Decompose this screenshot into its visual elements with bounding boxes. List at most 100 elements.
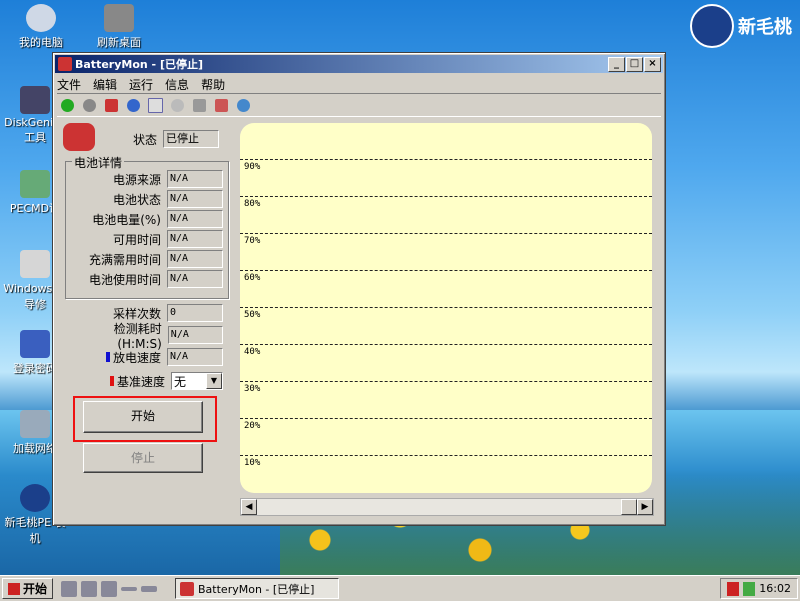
desktop-icon-label: 刷新桌面	[97, 36, 141, 49]
brand-logo: 新毛桃	[690, 4, 792, 48]
drive-icon[interactable]	[141, 585, 158, 592]
toolbar	[57, 93, 661, 117]
detail-row: 电源来源 N/A	[67, 169, 223, 189]
discharge-color-swatch	[105, 352, 110, 362]
battery-status-icon	[63, 123, 95, 151]
chart-ytick-label: 60%	[244, 273, 261, 283]
detail-row: 充满需用时间 N/A	[67, 249, 223, 269]
chart-horizontal-scrollbar[interactable]: ◀ ▶	[240, 498, 654, 516]
desktop-icon-my-computer[interactable]: 我的电脑	[6, 4, 76, 50]
detail-label: 电源来源	[112, 172, 161, 187]
detail-label: 电池状态	[112, 192, 161, 207]
menu-edit[interactable]: 编辑	[93, 76, 117, 93]
checklist-icon[interactable]	[145, 95, 165, 115]
detail-value: N/A	[167, 170, 223, 188]
disk-icon	[20, 86, 50, 114]
baseline-selected-value: 无	[174, 374, 187, 389]
chart-ytick-label: 30%	[244, 384, 261, 394]
windows-logo-icon	[8, 582, 20, 595]
maximize-button[interactable]: □	[626, 56, 643, 72]
desktop-icon-label: 加载网络	[13, 442, 57, 455]
chart-gridline	[240, 381, 652, 382]
menu-help[interactable]: 帮助	[201, 76, 225, 93]
menu-info[interactable]: 信息	[165, 76, 189, 93]
chart-gridline	[240, 307, 652, 308]
dash-icon[interactable]	[121, 586, 138, 591]
network-icon	[20, 330, 50, 358]
elapsed-value: N/A	[167, 326, 223, 344]
detail-row: 电池电量(%) N/A	[67, 209, 223, 229]
chart-gridline	[240, 233, 652, 234]
detail-value: N/A	[167, 250, 223, 268]
detail-row: 可用时间 N/A	[67, 229, 223, 249]
scroll-left-icon[interactable]: ◀	[241, 499, 257, 515]
detail-value: N/A	[167, 190, 223, 208]
baseline-color-swatch	[109, 376, 114, 386]
menu-run[interactable]: 运行	[129, 76, 153, 93]
tools-icon[interactable]	[189, 95, 209, 115]
start-button-taskbar[interactable]: 开始	[2, 578, 54, 599]
close-button[interactable]: ×	[644, 56, 661, 72]
baseline-label: 基准速度	[116, 374, 165, 389]
gauge-icon[interactable]	[167, 95, 187, 115]
peach-logo-icon	[20, 484, 50, 512]
network-tray-icon[interactable]	[743, 581, 756, 596]
scroll-thumb[interactable]	[621, 499, 637, 515]
chevron-down-icon[interactable]: ▼	[206, 373, 222, 389]
document-icon	[20, 170, 50, 198]
magnifier-icon	[26, 4, 56, 32]
desktop-icon-refresh[interactable]: 刷新桌面	[84, 4, 154, 50]
title-bar[interactable]: BatteryMon - [已停止] _ □ ×	[55, 55, 663, 73]
explorer-icon[interactable]	[61, 580, 78, 597]
elapsed-row: 检测耗时 (H:M:S) N/A	[67, 322, 223, 351]
chart-gridline	[240, 196, 652, 197]
drive-icon	[104, 4, 134, 32]
computer-icon[interactable]	[81, 580, 98, 597]
chart-gridline	[240, 159, 652, 160]
battery-app-icon	[180, 581, 195, 596]
brand-text: 新毛桃	[738, 17, 792, 38]
desktop-icon-label: 我的电脑	[19, 36, 63, 49]
chart-ytick-label: 40%	[244, 347, 261, 357]
detail-row: 电池状态 N/A	[67, 189, 223, 209]
elapsed-label: 检测耗时 (H:M:S)	[113, 321, 162, 351]
chart-gridline	[240, 455, 652, 456]
info-icon[interactable]	[123, 95, 143, 115]
detail-label: 电池使用时间	[88, 272, 161, 287]
chart-ytick-label: 90%	[244, 162, 261, 172]
chart-ytick-label: 80%	[244, 199, 261, 209]
check-icon[interactable]	[57, 95, 77, 115]
task-label: BatteryMon - [已停止]	[198, 582, 315, 596]
quick-launch	[61, 580, 158, 597]
minimize-button[interactable]: _	[608, 56, 625, 72]
menu-bar: 文件 编辑 运行 信息 帮助	[53, 75, 665, 93]
stop-button[interactable]: 停止	[83, 443, 203, 473]
sample-count-value: 0	[167, 304, 223, 322]
clock: 16:02	[759, 582, 791, 595]
baseline-row: 基准速度 无 ▼	[67, 371, 223, 391]
start-label: 开始	[23, 582, 48, 596]
chart-ytick-label: 20%	[244, 421, 261, 431]
detail-label: 充满需用时间	[88, 252, 161, 267]
taskbar: 开始 BatteryMon - [已停止] 16:02	[0, 575, 800, 601]
save-icon[interactable]	[101, 580, 118, 597]
scroll-right-icon[interactable]: ▶	[637, 499, 653, 515]
taskbar-task-batterymon[interactable]: BatteryMon - [已停止]	[175, 578, 340, 599]
status-label: 状态	[133, 132, 158, 147]
baseline-select[interactable]: 无 ▼	[171, 372, 223, 390]
circle-icon[interactable]	[79, 95, 99, 115]
detail-value: N/A	[167, 270, 223, 288]
chart-ytick-label: 50%	[244, 310, 261, 320]
network-drive-icon	[20, 410, 50, 438]
detail-value: N/A	[167, 230, 223, 248]
monitor-icon	[20, 250, 50, 278]
chart-gridline	[240, 344, 652, 345]
detail-label: 电池电量(%)	[92, 212, 161, 227]
menu-file[interactable]: 文件	[57, 76, 81, 93]
battery-icon[interactable]	[101, 95, 121, 115]
help-icon[interactable]	[233, 95, 253, 115]
battery-tray-icon[interactable]	[727, 581, 740, 596]
discharge-value: N/A	[167, 348, 223, 366]
battery-settings-icon[interactable]	[211, 95, 231, 115]
discharge-label: 放电速度	[112, 350, 161, 365]
